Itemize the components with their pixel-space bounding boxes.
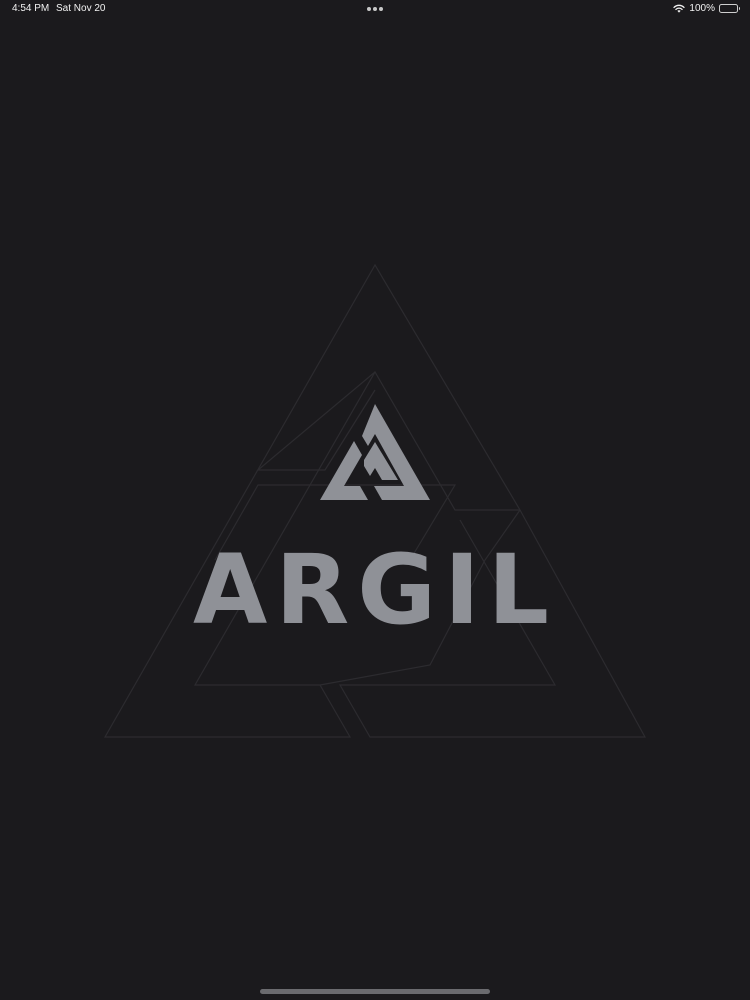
home-indicator[interactable]: [260, 989, 490, 994]
argil-triangle-watermark-icon: [103, 263, 647, 738]
brand-wordmark: ARGIL: [193, 534, 557, 646]
splash-screen: ARGIL: [0, 0, 750, 1000]
argil-triangle-logo-icon: [320, 404, 430, 500]
